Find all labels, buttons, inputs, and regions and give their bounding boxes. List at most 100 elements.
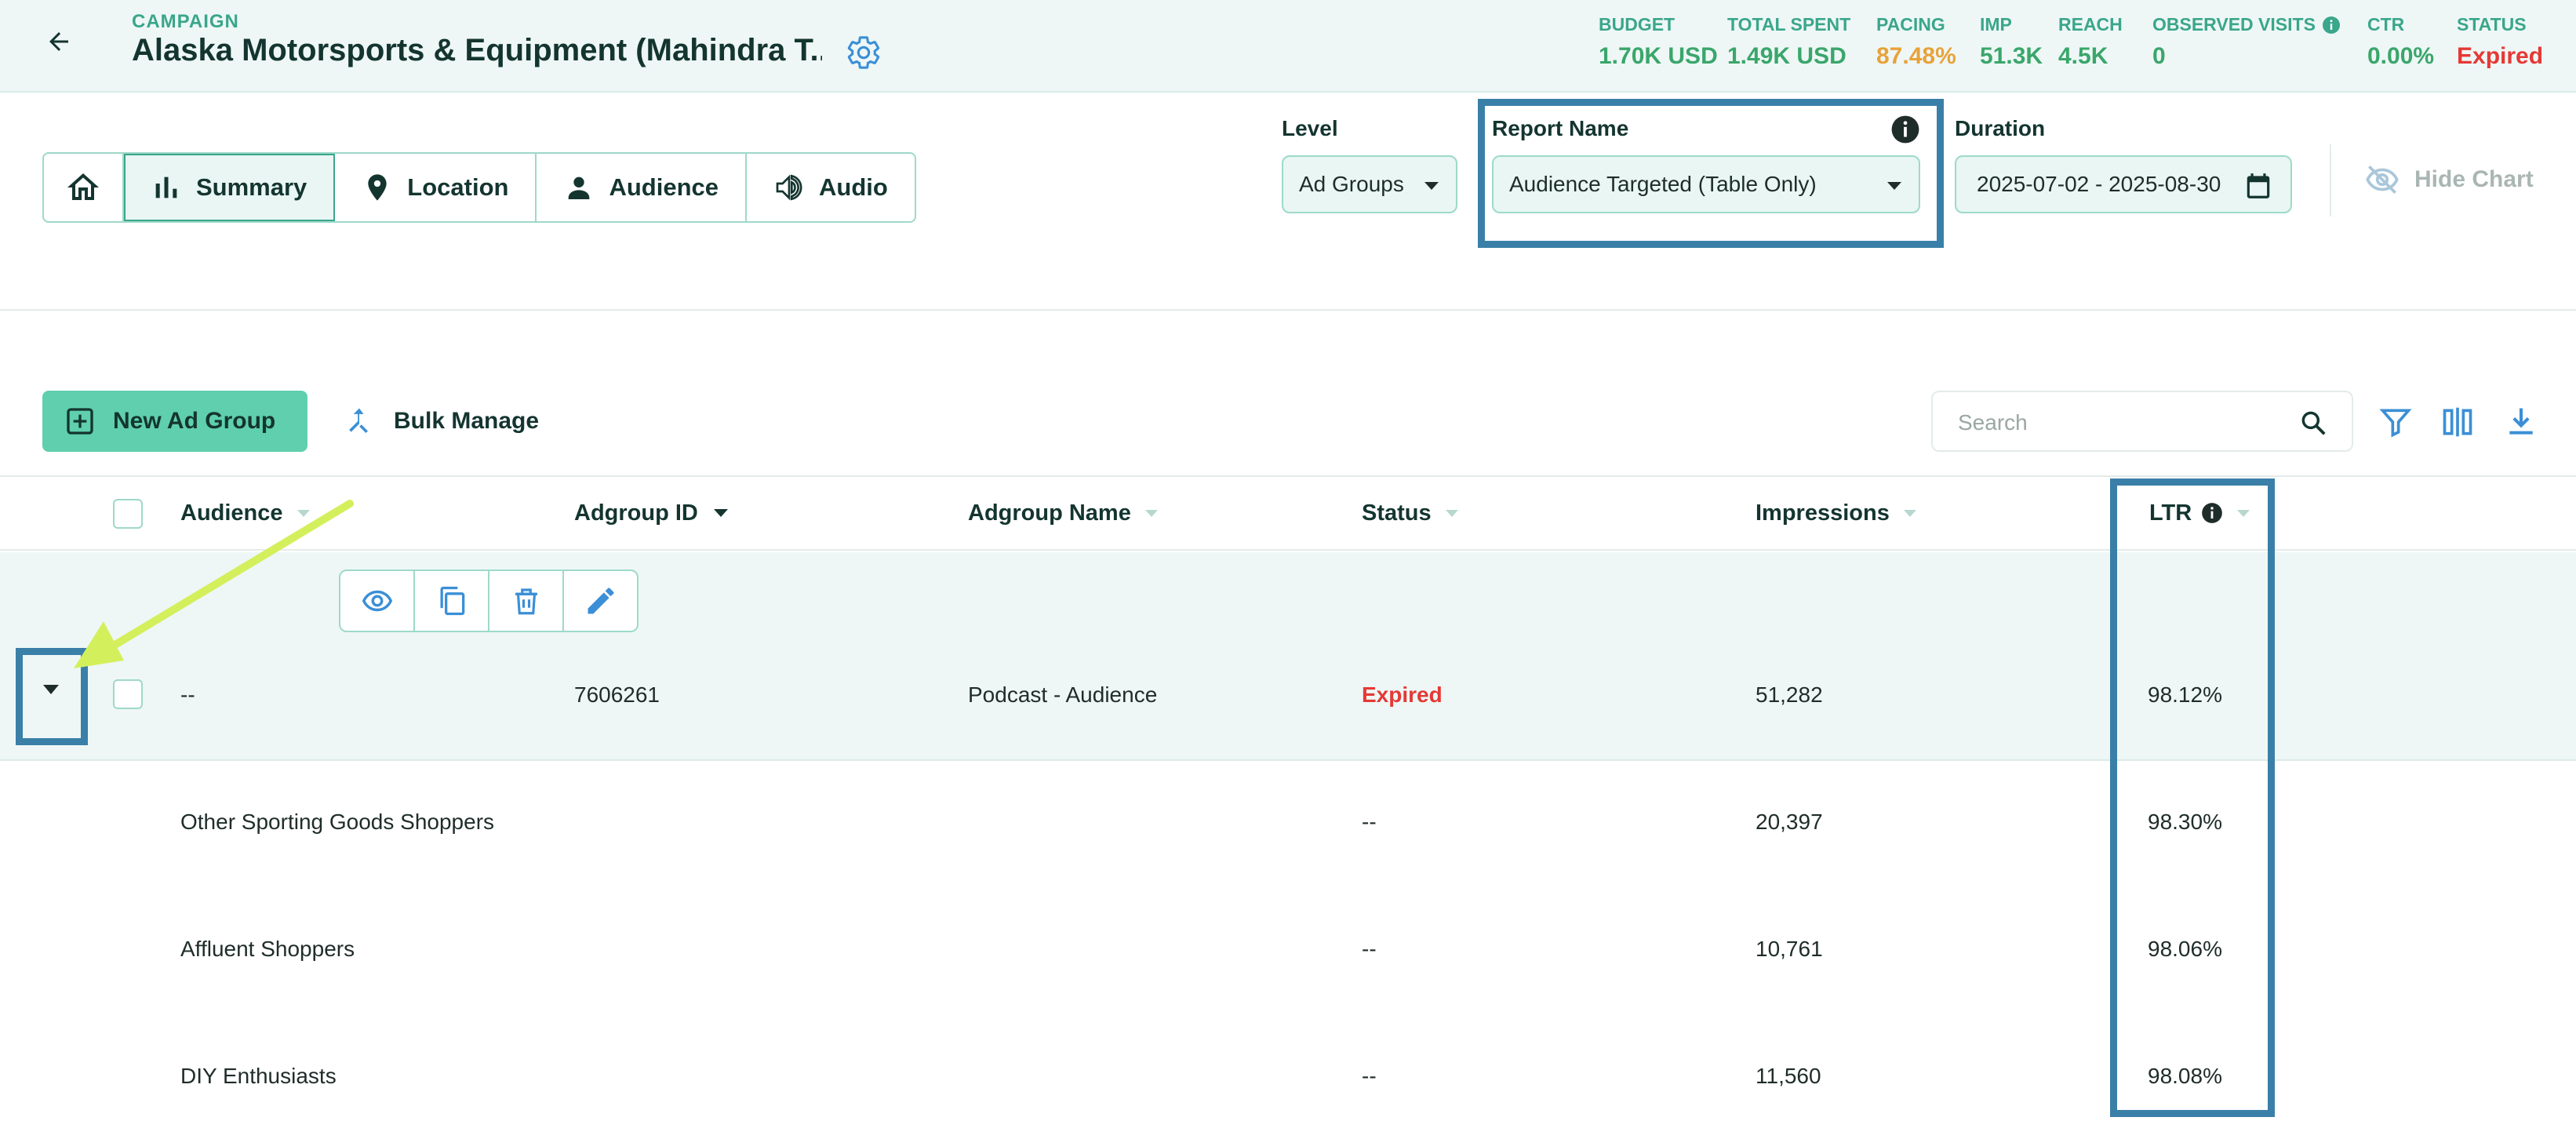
tab-audio[interactable]: Audio xyxy=(747,154,915,221)
column-adgroup-id[interactable]: Adgroup ID xyxy=(574,477,728,549)
stat-label: OBSERVED VISITS xyxy=(2152,14,2341,35)
search-box xyxy=(1931,391,2353,452)
new-ad-group-button[interactable]: New Ad Group xyxy=(42,391,307,452)
campaign-label: CAMPAIGN xyxy=(132,11,239,32)
column-label: Adgroup ID xyxy=(574,500,698,526)
column-ltr[interactable]: LTR xyxy=(2149,477,2250,549)
stat-label: BUDGET xyxy=(1599,14,1675,35)
new-ad-group-label: New Ad Group xyxy=(113,408,276,434)
stat-value: 0 xyxy=(2152,43,2166,69)
duration-picker[interactable]: 2025-07-02 - 2025-08-30 xyxy=(1955,155,2292,213)
row-checkbox[interactable] xyxy=(113,679,143,709)
search-icon[interactable] xyxy=(2298,408,2328,438)
cell-audience: Other Sporting Goods Shoppers xyxy=(180,810,495,834)
caret-down-icon xyxy=(43,685,59,694)
stat-value: 4.5K xyxy=(2058,43,2108,69)
sort-icon xyxy=(1144,509,1158,517)
cell-status: Expired xyxy=(1362,682,1443,707)
row-actions xyxy=(339,570,639,632)
stat-value: 1.49K USD xyxy=(1727,43,1846,69)
info-icon[interactable] xyxy=(2201,502,2223,524)
chevron-down-icon xyxy=(1887,182,1901,190)
bulk-manage-label: Bulk Manage xyxy=(394,408,540,434)
tab-location[interactable]: Location xyxy=(335,154,537,221)
info-icon[interactable] xyxy=(1890,115,1920,144)
cell-status: -- xyxy=(1362,937,1377,961)
back-button[interactable] xyxy=(38,20,80,63)
table-row: DIY Enthusiasts -- 11,560 98.08% xyxy=(0,1013,2576,1139)
report-name-select-value: Audience Targeted (Table Only) xyxy=(1509,172,1817,196)
edit-button[interactable] xyxy=(564,571,637,631)
columns-icon[interactable] xyxy=(2440,405,2476,439)
cell-ltr: 98.08% xyxy=(2148,1064,2222,1088)
cell-impressions: 11,560 xyxy=(1756,1064,1821,1088)
tab-label: Audience xyxy=(609,173,719,201)
cell-adgroup-name[interactable]: Podcast - Audience xyxy=(968,682,1157,708)
cell-ltr: 98.30% xyxy=(2148,810,2222,834)
gear-icon[interactable] xyxy=(846,35,882,71)
cell-audience: DIY Enthusiasts xyxy=(180,1064,337,1088)
section-divider xyxy=(0,309,2576,311)
level-label: Level xyxy=(1282,116,1338,140)
sort-icon xyxy=(2237,509,2250,517)
divider xyxy=(2330,144,2331,217)
stat-label: IMP xyxy=(1980,14,2012,35)
stat-label-text: OBSERVED VISITS xyxy=(2152,14,2316,35)
tab-summary[interactable]: Summary xyxy=(124,154,336,221)
hide-chart-button[interactable]: Hide Chart xyxy=(2363,160,2534,199)
cell-adgroup-id: 7606261 xyxy=(574,682,660,707)
campaign-header: CAMPAIGN Alaska Motorsports & Equipment … xyxy=(0,0,2576,93)
report-name-select[interactable]: Audience Targeted (Table Only) xyxy=(1492,155,1920,213)
cell-audience: Affluent Shoppers xyxy=(180,937,355,961)
delete-button[interactable] xyxy=(489,571,564,631)
eye-icon xyxy=(362,590,392,612)
person-icon xyxy=(569,176,590,199)
filter-icon[interactable] xyxy=(2378,405,2413,439)
search-input[interactable] xyxy=(1956,406,2289,439)
stat-pacing: PACING 87.48% xyxy=(1876,14,1956,70)
info-icon[interactable] xyxy=(2322,16,2341,35)
duration-label: Duration xyxy=(1955,116,2046,140)
table-row: Affluent Shoppers -- 10,761 98.06% xyxy=(0,886,2576,1013)
tab-label: Location xyxy=(407,173,509,201)
hide-chart-label: Hide Chart xyxy=(2414,166,2534,192)
pencil-icon xyxy=(588,588,613,614)
column-impressions[interactable]: Impressions xyxy=(1756,477,1916,549)
table-row: Other Sporting Goods Shoppers -- 20,397 … xyxy=(0,759,2576,886)
column-adgroup-name[interactable]: Adgroup Name xyxy=(968,477,1158,549)
level-select[interactable]: Ad Groups xyxy=(1282,155,1457,213)
tab-label: Summary xyxy=(196,173,307,201)
eye-off-icon xyxy=(2366,166,2399,194)
stat-label: REACH xyxy=(2058,14,2123,35)
column-label: Adgroup Name xyxy=(968,500,1131,526)
expand-row-button[interactable] xyxy=(31,670,71,709)
stat-reach: REACH 4.5K xyxy=(2058,14,2123,70)
table-header: Audience Adgroup ID Adgroup Name Status … xyxy=(0,475,2576,551)
annotation-arrow xyxy=(74,500,354,668)
bulk-manage-button[interactable]: Bulk Manage xyxy=(342,398,539,444)
stat-value: 1.70K USD xyxy=(1599,43,1718,69)
location-pin-icon xyxy=(368,174,387,201)
cell-ltr: 98.12% xyxy=(2148,682,2222,707)
report-name-label: Report Name xyxy=(1492,116,1629,140)
tab-audience[interactable]: Audience xyxy=(537,154,747,221)
stat-status: STATUS Expired xyxy=(2457,14,2543,70)
tab-home[interactable] xyxy=(44,154,124,221)
cell-impressions: 10,761 xyxy=(1756,937,1823,961)
stat-label: PACING xyxy=(1876,14,1945,35)
stat-observed-visits: OBSERVED VISITS 0 xyxy=(2152,14,2341,70)
cell-audience: -- xyxy=(180,682,195,707)
copy-button[interactable] xyxy=(415,571,489,631)
stat-label: CTR xyxy=(2367,14,2405,35)
level-select-value: Ad Groups xyxy=(1299,172,1404,196)
download-icon[interactable] xyxy=(2504,403,2538,439)
sort-icon xyxy=(1903,509,1916,517)
stat-value: 51.3K xyxy=(1980,43,2043,69)
sort-icon xyxy=(713,509,728,517)
add-box-icon xyxy=(67,408,93,435)
cell-status: -- xyxy=(1362,810,1377,834)
column-status[interactable]: Status xyxy=(1362,477,1458,549)
stat-label: TOTAL SPENT xyxy=(1727,14,1851,35)
stat-total-spent: TOTAL SPENT 1.49K USD xyxy=(1727,14,1850,70)
calendar-icon xyxy=(2247,173,2270,198)
